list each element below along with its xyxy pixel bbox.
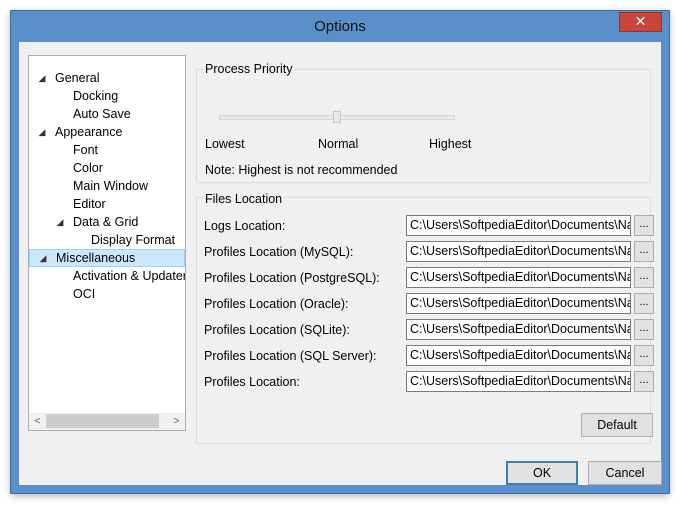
browse-button[interactable]: ...: [634, 215, 654, 236]
browse-button[interactable]: ...: [634, 267, 654, 288]
title-bar[interactable]: Options ✕: [11, 11, 669, 42]
scroll-left-icon[interactable]: <: [29, 413, 46, 430]
tree-item[interactable]: Auto Save: [29, 105, 185, 123]
priority-slider-thumb[interactable]: [333, 111, 341, 123]
file-location-input[interactable]: C:\Users\SoftpediaEditor\Documents\Nav: [406, 371, 631, 392]
expand-toggle-icon[interactable]: ◢: [37, 69, 47, 87]
file-location-label: Profiles Location (PostgreSQL):: [204, 271, 380, 285]
process-priority-title: Process Priority: [203, 62, 295, 76]
file-location-label: Profiles Location:: [204, 375, 300, 389]
tree-item[interactable]: Display Format: [29, 231, 185, 249]
priority-label-highest: Highest: [429, 137, 472, 151]
file-location-label: Profiles Location (Oracle):: [204, 297, 349, 311]
tree-item-label: Color: [73, 161, 103, 175]
tree-horizontal-scrollbar[interactable]: < >: [29, 413, 185, 430]
browse-button[interactable]: ...: [634, 241, 654, 262]
file-location-input[interactable]: C:\Users\SoftpediaEditor\Documents\Nav: [406, 319, 631, 340]
expand-toggle-icon[interactable]: ◢: [38, 250, 48, 266]
ok-button[interactable]: OK: [506, 461, 578, 485]
browse-button[interactable]: ...: [634, 371, 654, 392]
file-location-label: Profiles Location (MySQL):: [204, 245, 354, 259]
files-location-title: Files Location: [203, 192, 285, 206]
tree-item-label: Editor: [73, 197, 106, 211]
window-title: Options: [314, 18, 366, 35]
file-location-input[interactable]: C:\Users\SoftpediaEditor\Documents\Nav: [406, 345, 631, 366]
file-location-label: Logs Location:: [204, 219, 286, 233]
tree-item[interactable]: Activation & Updater: [29, 267, 185, 285]
tree-item-label: Display Format: [91, 233, 176, 247]
tree-item-label: General: [55, 71, 100, 85]
tree-item[interactable]: ◢ Appearance: [29, 123, 185, 141]
file-location-input[interactable]: C:\Users\SoftpediaEditor\Documents\Nav: [406, 293, 631, 314]
options-window: Options ✕ ◢ General Docking Auto Save ◢ Appea…: [11, 11, 669, 493]
file-location-label: Profiles Location (SQL Server):: [204, 349, 377, 363]
dialog-client-area: ◢ General Docking Auto Save ◢ Appearance Font C…: [19, 42, 662, 485]
priority-note: Note: Highest is not recommended: [205, 163, 398, 177]
process-priority-group: Lowest Normal Highest Note: Highest is n…: [196, 69, 651, 183]
close-icon: ✕: [634, 13, 647, 29]
tree-item-label: Font: [73, 143, 99, 157]
tree-item-label: OCI: [73, 287, 96, 301]
tree-item-label: Activation & Updater: [73, 269, 186, 283]
expand-toggle-icon[interactable]: ◢: [37, 123, 47, 141]
file-location-input[interactable]: C:\Users\SoftpediaEditor\Documents\Nav: [406, 267, 631, 288]
file-location-input[interactable]: C:\Users\SoftpediaEditor\Documents\Nav: [406, 241, 631, 262]
tree-item[interactable]: ◢ Data & Grid: [29, 213, 185, 231]
tree-item[interactable]: Editor: [29, 195, 185, 213]
tree-item-label: Miscellaneous: [56, 251, 136, 265]
tree-item-label: Main Window: [73, 179, 149, 193]
tree-item[interactable]: Docking: [29, 87, 185, 105]
default-button[interactable]: Default: [581, 413, 653, 437]
tree-item[interactable]: Main Window: [29, 177, 185, 195]
tree-item-label: Appearance: [55, 125, 123, 139]
file-location-label: Profiles Location (SQLite):: [204, 323, 350, 337]
expand-toggle-icon[interactable]: ◢: [55, 213, 65, 231]
scrollbar-thumb[interactable]: [46, 414, 159, 428]
tree-item-label: Auto Save: [73, 107, 131, 121]
tree-item[interactable]: OCI: [29, 285, 185, 303]
scroll-right-icon[interactable]: >: [168, 413, 185, 430]
options-tree[interactable]: ◢ General Docking Auto Save ◢ Appearance Font C…: [28, 55, 186, 431]
tree-item[interactable]: ◢ General: [29, 69, 185, 87]
browse-button[interactable]: ...: [634, 319, 654, 340]
tree-item-label: Data & Grid: [73, 215, 139, 229]
file-location-input[interactable]: C:\Users\SoftpediaEditor\Documents\Nav: [406, 215, 631, 236]
cancel-button[interactable]: Cancel: [588, 461, 662, 485]
browse-button[interactable]: ...: [634, 345, 654, 366]
browse-button[interactable]: ...: [634, 293, 654, 314]
priority-label-normal: Normal: [318, 137, 359, 151]
tree-item-label: Docking: [73, 89, 119, 103]
tree-item[interactable]: Color: [29, 159, 185, 177]
tree-item[interactable]: ◢ Miscellaneous: [29, 249, 185, 267]
priority-label-lowest: Lowest: [205, 137, 245, 151]
close-button[interactable]: ✕: [619, 12, 662, 32]
tree-item[interactable]: Font: [29, 141, 185, 159]
